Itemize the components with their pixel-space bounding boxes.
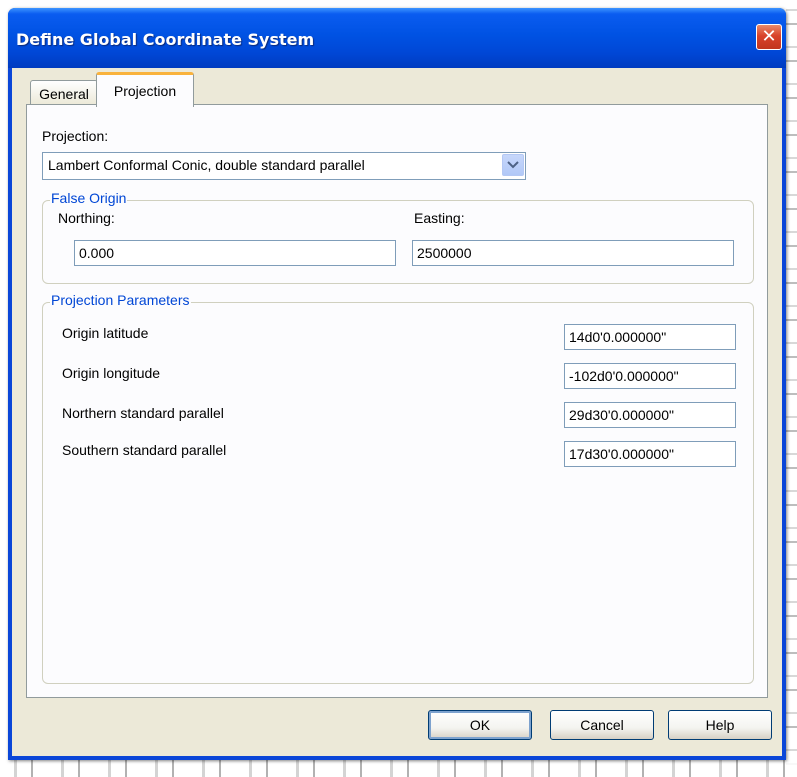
origin-longitude-label: Origin longitude — [62, 365, 161, 381]
help-button[interactable]: Help — [668, 710, 772, 740]
northing-label: Northing: — [58, 210, 115, 226]
close-icon: ✕ — [761, 26, 777, 47]
northing-input[interactable]: 0.000 — [74, 240, 396, 266]
chevron-down-icon[interactable] — [502, 154, 524, 176]
tab-general[interactable]: General — [30, 80, 98, 107]
projection-label: Projection: — [42, 128, 109, 144]
tab-projection[interactable]: Projection — [96, 72, 194, 107]
cancel-button-label: Cancel — [580, 717, 624, 733]
tab-projection-label: Projection — [113, 83, 177, 99]
easting-label: Easting: — [414, 210, 465, 226]
dialog-body: General Projection Projection: Lambert C… — [12, 68, 782, 756]
southern-standard-parallel-input[interactable]: 17d30'0.000000" — [564, 441, 736, 467]
projection-select[interactable]: Lambert Conformal Conic, double standard… — [42, 152, 526, 180]
origin-latitude-input[interactable]: 14d0'0.000000" — [564, 324, 736, 350]
ok-button[interactable]: OK — [428, 710, 532, 740]
cancel-button[interactable]: Cancel — [550, 710, 654, 740]
northern-standard-parallel-input[interactable]: 29d30'0.000000" — [564, 402, 736, 428]
help-button-label: Help — [705, 717, 735, 733]
ok-button-label: OK — [469, 717, 491, 733]
projection-selected-value: Lambert Conformal Conic, double standard… — [48, 157, 365, 173]
tab-general-label: General — [39, 86, 89, 102]
dialog-title: Define Global Coordinate System — [16, 30, 315, 49]
projection-parameters-group — [42, 302, 754, 684]
northern-standard-parallel-label: Northern standard parallel — [62, 405, 224, 421]
southern-standard-parallel-label: Southern standard parallel — [62, 442, 227, 458]
torn-edge-right — [786, 0, 797, 777]
origin-longitude-input[interactable]: -102d0'0.000000" — [564, 363, 736, 389]
false-origin-title: False Origin — [50, 190, 128, 206]
title-bar[interactable]: Define Global Coordinate System ✕ — [8, 8, 786, 68]
close-button[interactable]: ✕ — [756, 24, 782, 50]
easting-input[interactable]: 2500000 — [412, 240, 734, 266]
torn-edge-bottom — [0, 760, 797, 777]
origin-latitude-label: Origin latitude — [62, 325, 149, 341]
projection-parameters-title: Projection Parameters — [50, 292, 191, 308]
dialog-window: Define Global Coordinate System ✕ Genera… — [8, 8, 786, 760]
